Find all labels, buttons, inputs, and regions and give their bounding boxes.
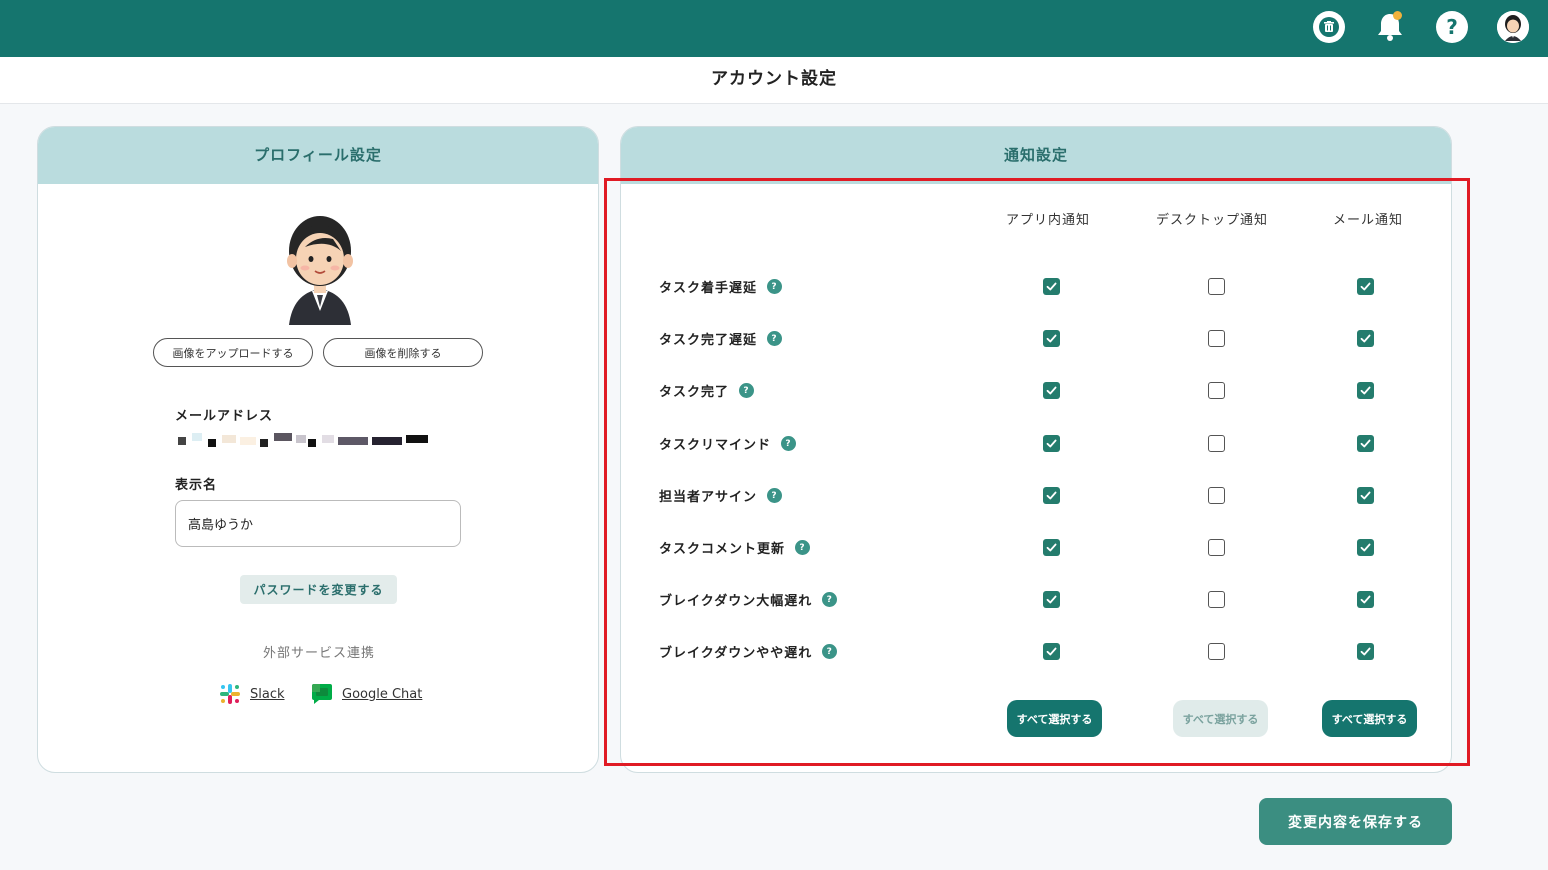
notification-row-text: ブレイクダウンやや遅れ <box>659 646 813 661</box>
bell-icon[interactable] <box>1374 11 1406 43</box>
select-all-in-app-button[interactable]: すべて選択する <box>1007 700 1102 737</box>
external-services-title: 外部サービス連携 <box>262 646 375 661</box>
save-changes-button[interactable]: 変更内容を保存する <box>1259 798 1452 845</box>
checkbox-desktop[interactable] <box>1208 435 1225 452</box>
google-chat-label[interactable]: Google Chat <box>342 687 422 702</box>
notification-row-label: タスクコメント更新? <box>659 538 811 557</box>
checkbox-in-app[interactable] <box>1043 278 1060 295</box>
slack-label[interactable]: Slack <box>250 687 285 702</box>
user-avatar[interactable] <box>1497 11 1529 43</box>
checkbox-email[interactable] <box>1357 435 1374 452</box>
notification-row-label: ブレイクダウン大幅遅れ? <box>659 590 838 609</box>
display-name-label: 表示名 <box>175 478 218 493</box>
checkbox-in-app[interactable] <box>1043 330 1060 347</box>
notification-row-text: タスク完了遅延 <box>659 333 758 348</box>
checkbox-in-app[interactable] <box>1043 487 1060 504</box>
notification-row-label: タスクリマインド? <box>659 434 797 453</box>
help-icon[interactable]: ? <box>781 436 797 451</box>
email-label: メールアドレス <box>175 409 274 424</box>
checkbox-in-app[interactable] <box>1043 591 1060 608</box>
column-header-in-app: アプリ内通知 <box>1005 213 1090 228</box>
checkbox-in-app[interactable] <box>1043 539 1060 556</box>
checkbox-email[interactable] <box>1357 278 1374 295</box>
checkbox-desktop[interactable] <box>1208 382 1225 399</box>
help-icon[interactable]: ? <box>795 540 811 555</box>
checkbox-email[interactable] <box>1357 591 1374 608</box>
slack-link[interactable]: Slack <box>218 682 285 706</box>
delete-image-button[interactable]: 画像を削除する <box>323 338 483 367</box>
checkbox-in-app[interactable] <box>1043 435 1060 452</box>
notification-row-text: タスク着手遅延 <box>659 281 758 296</box>
checkbox-email[interactable] <box>1357 539 1374 556</box>
top-bar: ? <box>0 0 1548 57</box>
trash-icon[interactable] <box>1313 11 1345 43</box>
help-icon[interactable]: ? <box>767 331 783 346</box>
email-value-redacted <box>178 433 434 449</box>
checkbox-desktop[interactable] <box>1208 330 1225 347</box>
checkbox-email[interactable] <box>1357 330 1374 347</box>
help-icon[interactable]: ? <box>822 592 838 607</box>
help-icon[interactable]: ? <box>767 488 783 503</box>
profile-card-header: プロフィール設定 <box>38 127 598 184</box>
checkbox-email[interactable] <box>1357 382 1374 399</box>
select-all-desktop-button[interactable]: すべて選択する <box>1173 700 1268 737</box>
notification-row-label: タスク完了? <box>659 381 755 400</box>
checkbox-desktop[interactable] <box>1208 539 1225 556</box>
column-header-email: メール通知 <box>1332 213 1403 228</box>
upload-image-button[interactable]: 画像をアップロードする <box>153 338 313 367</box>
notification-row-text: タスクコメント更新 <box>659 542 786 557</box>
notification-row-text: タスクリマインド <box>659 438 772 453</box>
checkbox-in-app[interactable] <box>1043 643 1060 660</box>
notification-row-label: タスク完了遅延? <box>659 329 783 348</box>
notification-dot <box>1393 11 1402 20</box>
notification-card: 通知設定 アプリ内通知 デスクトップ通知 メール通知 タスク着手遅延? タスク完了… <box>620 126 1452 773</box>
notification-row-label: 担当者アサイン? <box>659 486 783 505</box>
google-chat-link[interactable]: Google Chat <box>310 682 422 706</box>
page-title: アカウント設定 <box>0 57 1548 104</box>
help-icon[interactable]: ? <box>822 644 838 659</box>
checkbox-desktop[interactable] <box>1208 278 1225 295</box>
display-name-input[interactable] <box>175 500 461 547</box>
notification-row-label: タスク着手遅延? <box>659 277 783 296</box>
column-header-desktop: デスクトップ通知 <box>1155 213 1268 228</box>
checkbox-desktop[interactable] <box>1208 591 1225 608</box>
notification-row-text: 担当者アサイン <box>659 490 758 505</box>
checkbox-email[interactable] <box>1357 643 1374 660</box>
help-icon[interactable]: ? <box>1436 11 1468 43</box>
help-icon[interactable]: ? <box>767 279 783 294</box>
help-icon[interactable]: ? <box>739 383 755 398</box>
checkbox-desktop[interactable] <box>1208 643 1225 660</box>
notification-card-header: 通知設定 <box>621 127 1451 184</box>
change-password-button[interactable]: パスワードを変更する <box>240 575 397 604</box>
checkbox-in-app[interactable] <box>1043 382 1060 399</box>
slack-icon <box>220 684 240 704</box>
checkbox-email[interactable] <box>1357 487 1374 504</box>
notification-row-text: タスク完了 <box>659 385 730 400</box>
notification-row-label: ブレイクダウンやや遅れ? <box>659 642 838 661</box>
select-all-email-button[interactable]: すべて選択する <box>1322 700 1417 737</box>
notification-row-text: ブレイクダウン大幅遅れ <box>659 594 813 609</box>
profile-card: プロフィール設定 画像をアップロードする 画像を削除する メールアドレス 表示名… <box>37 126 599 773</box>
checkbox-desktop[interactable] <box>1208 487 1225 504</box>
profile-avatar <box>281 215 359 325</box>
google-chat-icon <box>312 684 332 704</box>
